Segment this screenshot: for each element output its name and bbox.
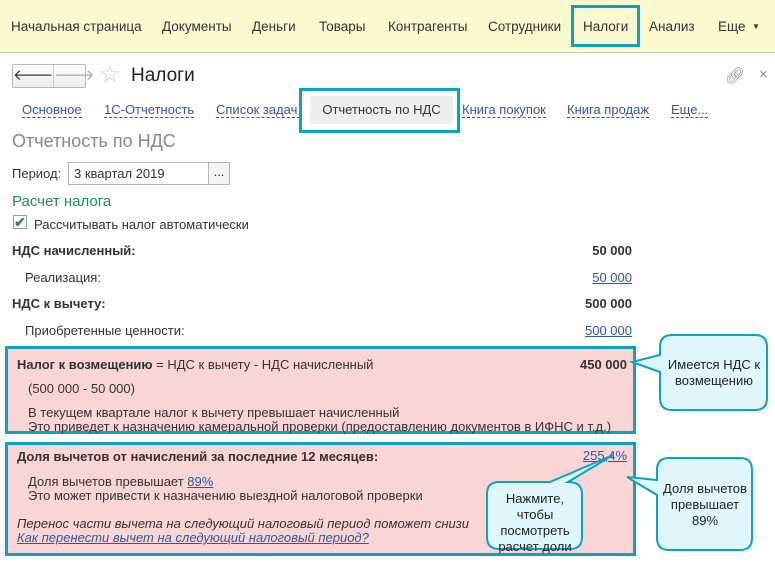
callout-click-text: Нажмите, чтобы посмотреть расчет доли [498,491,572,554]
callout-refund-text: Имеется НДС к возмещению [667,357,761,388]
callout-share-text: Доля вычетов превышает 89% [663,481,747,528]
callouts-layer [486,334,768,551]
